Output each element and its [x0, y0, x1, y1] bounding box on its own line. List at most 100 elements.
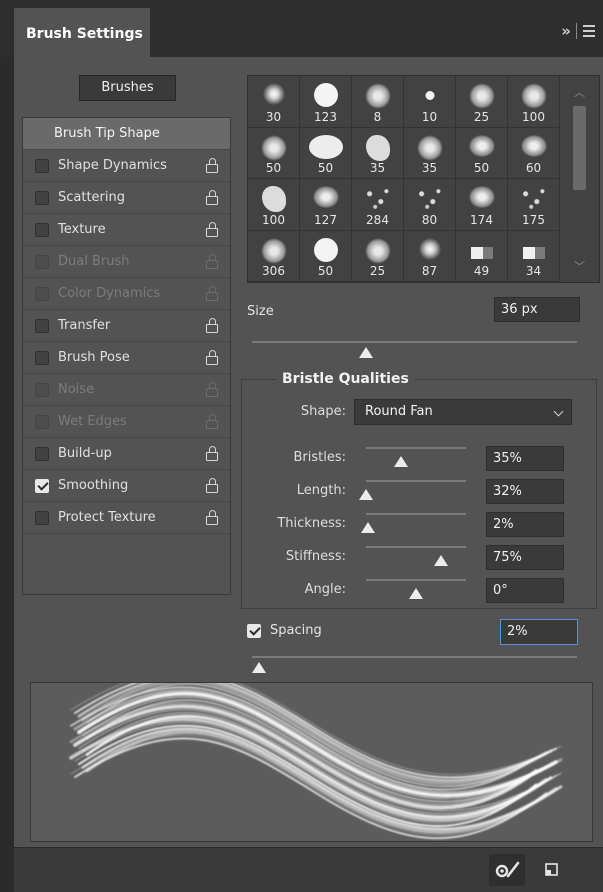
tab-brush-settings[interactable]: Brush Settings [14, 8, 150, 57]
thickness-field[interactable]: 2% [486, 512, 564, 537]
lock-icon[interactable] [206, 478, 218, 493]
brush-preset-size: 35 [421, 161, 438, 175]
length-slider-handle[interactable] [359, 489, 373, 500]
brush-preset[interactable]: 127 [300, 179, 352, 231]
spacing-checkbox[interactable] [247, 624, 261, 638]
option-checkbox[interactable] [35, 511, 49, 525]
brush-preset[interactable]: 50 [248, 127, 300, 179]
option-shape-dynamics[interactable]: Shape Dynamics [23, 150, 230, 182]
scroll-down-icon[interactable]: ﹀ [574, 258, 585, 274]
bristles-slider-handle[interactable] [394, 456, 408, 467]
lock-icon[interactable] [206, 222, 218, 237]
option-label: Brush Pose [58, 350, 130, 365]
bristles-slider-track[interactable] [366, 447, 466, 449]
brush-preset[interactable]: 175 [508, 179, 560, 231]
lock-icon [206, 414, 218, 429]
shape-dropdown[interactable]: Round Fan [354, 399, 572, 425]
option-checkbox[interactable] [35, 223, 49, 237]
brushes-button[interactable]: Brushes [79, 75, 176, 101]
brush-tip-thumbnail [416, 134, 443, 161]
option-color-dynamics[interactable]: Color Dynamics [23, 278, 230, 310]
lock-icon[interactable] [206, 350, 218, 365]
stiffness-slider-handle[interactable] [434, 555, 448, 566]
brush-preset-size: 60 [525, 161, 542, 175]
option-checkbox[interactable] [35, 351, 49, 365]
option-smoothing[interactable]: Smoothing [23, 470, 230, 502]
brush-preset[interactable]: 123 [300, 76, 352, 128]
brush-preset[interactable]: 25 [456, 76, 508, 128]
size-slider-track[interactable] [252, 341, 577, 343]
option-checkbox[interactable] [35, 479, 49, 493]
brush-preset[interactable]: 35 [352, 127, 404, 179]
brush-tip-thumbnail [522, 246, 545, 259]
brush-preset[interactable]: 8 [352, 76, 404, 128]
option-texture[interactable]: Texture [23, 214, 230, 246]
presets-scrollbar[interactable]: ︿ ﹀ [561, 76, 599, 282]
option-protect-texture[interactable]: Protect Texture [23, 502, 230, 534]
lock-icon[interactable] [206, 510, 218, 525]
lock-icon[interactable] [206, 190, 218, 205]
option-checkbox[interactable] [35, 191, 49, 205]
option-checkbox[interactable] [35, 319, 49, 333]
brush-preset-size: 50 [317, 161, 334, 175]
size-field[interactable]: 36 px [494, 297, 580, 322]
option-scattering[interactable]: Scattering [23, 182, 230, 214]
option-brush-pose[interactable]: Brush Pose [23, 342, 230, 374]
brush-preset[interactable]: 30 [248, 76, 300, 128]
brush-preset[interactable]: 50 [300, 127, 352, 179]
option-label: Build-up [58, 446, 112, 461]
brush-preset-size: 127 [314, 212, 337, 227]
stiffness-slider-track[interactable] [366, 546, 466, 548]
option-wet-edges[interactable]: Wet Edges [23, 406, 230, 438]
brush-preset[interactable]: 34 [508, 230, 560, 282]
brush-preset-size: 8 [373, 109, 382, 124]
menu-icon[interactable] [583, 25, 595, 37]
option-checkbox[interactable] [35, 159, 49, 173]
brush-preset[interactable]: 60 [508, 127, 560, 179]
scroll-up-icon[interactable]: ︿ [574, 84, 585, 100]
size-slider-handle[interactable] [358, 347, 373, 358]
brush-tip-thumbnail [363, 186, 392, 212]
toggle-brush-preview-button[interactable] [489, 854, 525, 886]
thickness-slider-track[interactable] [366, 513, 466, 515]
length-field[interactable]: 32% [486, 479, 564, 504]
stiffness-field[interactable]: 75% [486, 545, 564, 570]
lock-icon[interactable] [206, 318, 218, 333]
brush-preset[interactable]: 50 [300, 230, 352, 282]
spacing-field[interactable]: 2% [500, 619, 578, 645]
option-brush-tip-shape[interactable]: Brush Tip Shape [23, 118, 230, 150]
thickness-slider-handle[interactable] [361, 522, 375, 533]
angle-field[interactable]: 0° [486, 578, 564, 603]
lock-icon[interactable] [206, 446, 218, 461]
option-dual-brush[interactable]: Dual Brush [23, 246, 230, 278]
brush-preset[interactable]: 25 [352, 230, 404, 282]
brush-preset[interactable]: 10 [404, 76, 456, 128]
option-checkbox[interactable] [35, 447, 49, 461]
brush-preset[interactable]: 87 [404, 230, 456, 282]
new-brush-button[interactable] [534, 854, 570, 886]
option-noise[interactable]: Noise [23, 374, 230, 406]
option-transfer[interactable]: Transfer [23, 310, 230, 342]
bristles-field[interactable]: 35% [486, 446, 564, 471]
brush-preset[interactable]: 306 [248, 230, 300, 282]
brush-preset[interactable]: 100 [508, 76, 560, 128]
brush-preset[interactable]: 80 [404, 179, 456, 231]
angle-slider-handle[interactable] [409, 588, 423, 599]
brush-preset[interactable]: 100 [248, 179, 300, 231]
scroll-thumb[interactable] [573, 106, 586, 190]
brush-preset[interactable]: 35 [404, 127, 456, 179]
spacing-slider-track[interactable] [252, 656, 577, 658]
spacing-slider-handle[interactable] [251, 662, 266, 673]
stiffness-label: Stiffness: [285, 549, 346, 564]
expand-icon[interactable]: » [561, 22, 571, 40]
lock-icon[interactable] [206, 158, 218, 173]
brush-preset[interactable]: 284 [352, 179, 404, 231]
brush-preset[interactable]: 174 [456, 179, 508, 231]
length-slider-track[interactable] [366, 480, 466, 482]
brush-preset-size: 123 [314, 109, 337, 124]
angle-slider-track[interactable] [366, 579, 466, 581]
brush-preset[interactable]: 49 [456, 230, 508, 282]
thickness-label: Thickness: [277, 516, 346, 531]
option-build-up[interactable]: Build-up [23, 438, 230, 470]
brush-preset[interactable]: 50 [456, 127, 508, 179]
